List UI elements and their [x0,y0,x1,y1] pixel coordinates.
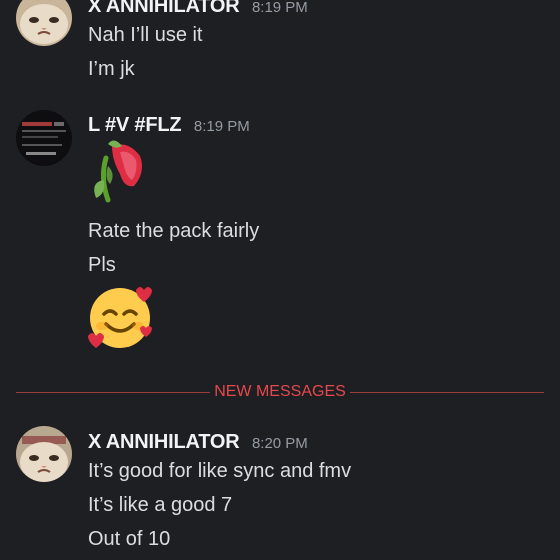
chat-message-list: X ANNIHILATOR 8:19 PM Nah I’ll use it I’… [0,0,560,560]
author-name[interactable]: X ANNIHILATOR [88,431,240,453]
message-text: Out of 10 [88,528,171,550]
message-text: It’s good for like sync and fmv [88,460,352,482]
message-text: I’m jk [88,58,135,80]
smiling-face-with-hearts-emoji-icon[interactable] [86,284,156,357]
avatar[interactable] [16,0,72,46]
message-text: It’s like a good 7 [88,494,233,516]
message-timestamp: 8:20 PM [251,435,308,452]
avatar[interactable] [16,426,72,482]
message-timestamp: 8:19 PM [251,0,308,16]
cat-avatar-icon [16,426,72,482]
new-messages-label: NEW MESSAGES [210,382,350,402]
message-text: Pls [88,254,116,276]
cat-avatar-icon [16,0,72,46]
wilted-rose-emoji-icon[interactable] [86,138,150,211]
avatar[interactable] [16,110,72,166]
screenshot-avatar-icon [16,110,72,166]
message-text: Nah I’ll use it [88,24,203,46]
message-text: Rate the pack fairly [88,220,260,242]
author-name[interactable]: L #V #FLZ [88,114,182,136]
message-timestamp: 8:19 PM [193,118,250,135]
author-name[interactable]: X ANNIHILATOR [88,0,240,17]
